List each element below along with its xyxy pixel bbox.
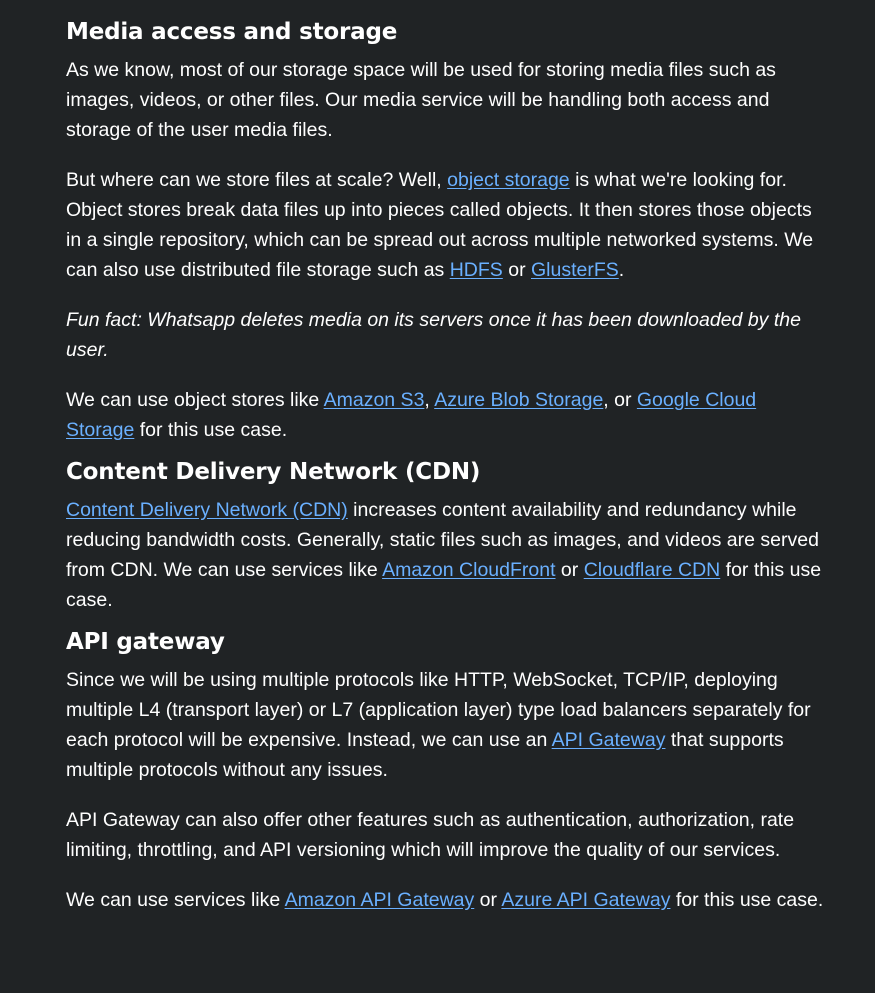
fun-fact-text: Fun fact: Whatsapp deletes media on its … [66,309,801,361]
paragraph-media-intro: As we know, most of our storage space wi… [66,59,776,141]
link-api-gateway[interactable]: API Gateway [552,729,666,751]
section-api-gateway: API gateway Since we will be using multi… [66,627,826,915]
link-cdn[interactable]: Content Delivery Network (CDN) [66,499,348,521]
section-media-access-storage: Media access and storage As we know, mos… [66,17,826,445]
link-amazon-cloudfront[interactable]: Amazon CloudFront [382,559,555,581]
text-fragment: , [424,389,435,411]
article-content: Media access and storage As we know, mos… [66,17,826,935]
link-amazon-api-gateway[interactable]: Amazon API Gateway [285,889,475,911]
text-fragment: or [502,259,531,281]
text-fragment: for this use case. [670,889,824,911]
paragraph-api-protocols: Since we will be using multiple protocol… [66,665,826,785]
text-fragment: We can use services like [66,889,285,911]
paragraph-object-storage: But where can we store files at scale? W… [66,165,826,285]
heading-media-access-storage: Media access and storage [66,19,398,45]
link-object-storage[interactable]: object storage [447,169,570,191]
paragraph-api-features: API Gateway can also offer other feature… [66,809,795,861]
text-fragment: for this use case. [134,419,288,441]
paragraph-cdn: Content Delivery Network (CDN) increases… [66,495,826,615]
text-fragment: We can use object stores like [66,389,324,411]
link-glusterfs[interactable]: GlusterFS [531,259,619,281]
link-azure-blob-storage[interactable]: Azure Blob Storage [434,389,603,411]
text-fragment: or [474,889,502,911]
link-amazon-s3[interactable]: Amazon S3 [324,389,425,411]
text-fragment: , or [603,389,637,411]
text-fragment: or [555,559,584,581]
link-azure-api-gateway[interactable]: Azure API Gateway [501,889,670,911]
section-cdn: Content Delivery Network (CDN) Content D… [66,457,826,615]
link-hdfs[interactable]: HDFS [450,259,503,281]
heading-api-gateway: API gateway [66,629,225,655]
paragraph-fun-fact: Fun fact: Whatsapp deletes media on its … [66,305,826,365]
paragraph-object-stores: We can use object stores like Amazon S3,… [66,385,826,445]
link-cloudflare-cdn[interactable]: Cloudflare CDN [584,559,721,581]
paragraph-api-services: We can use services like Amazon API Gate… [66,885,826,915]
heading-cdn: Content Delivery Network (CDN) [66,459,481,485]
text-fragment: But where can we store files at scale? W… [66,169,448,191]
text-fragment: . [618,259,625,281]
